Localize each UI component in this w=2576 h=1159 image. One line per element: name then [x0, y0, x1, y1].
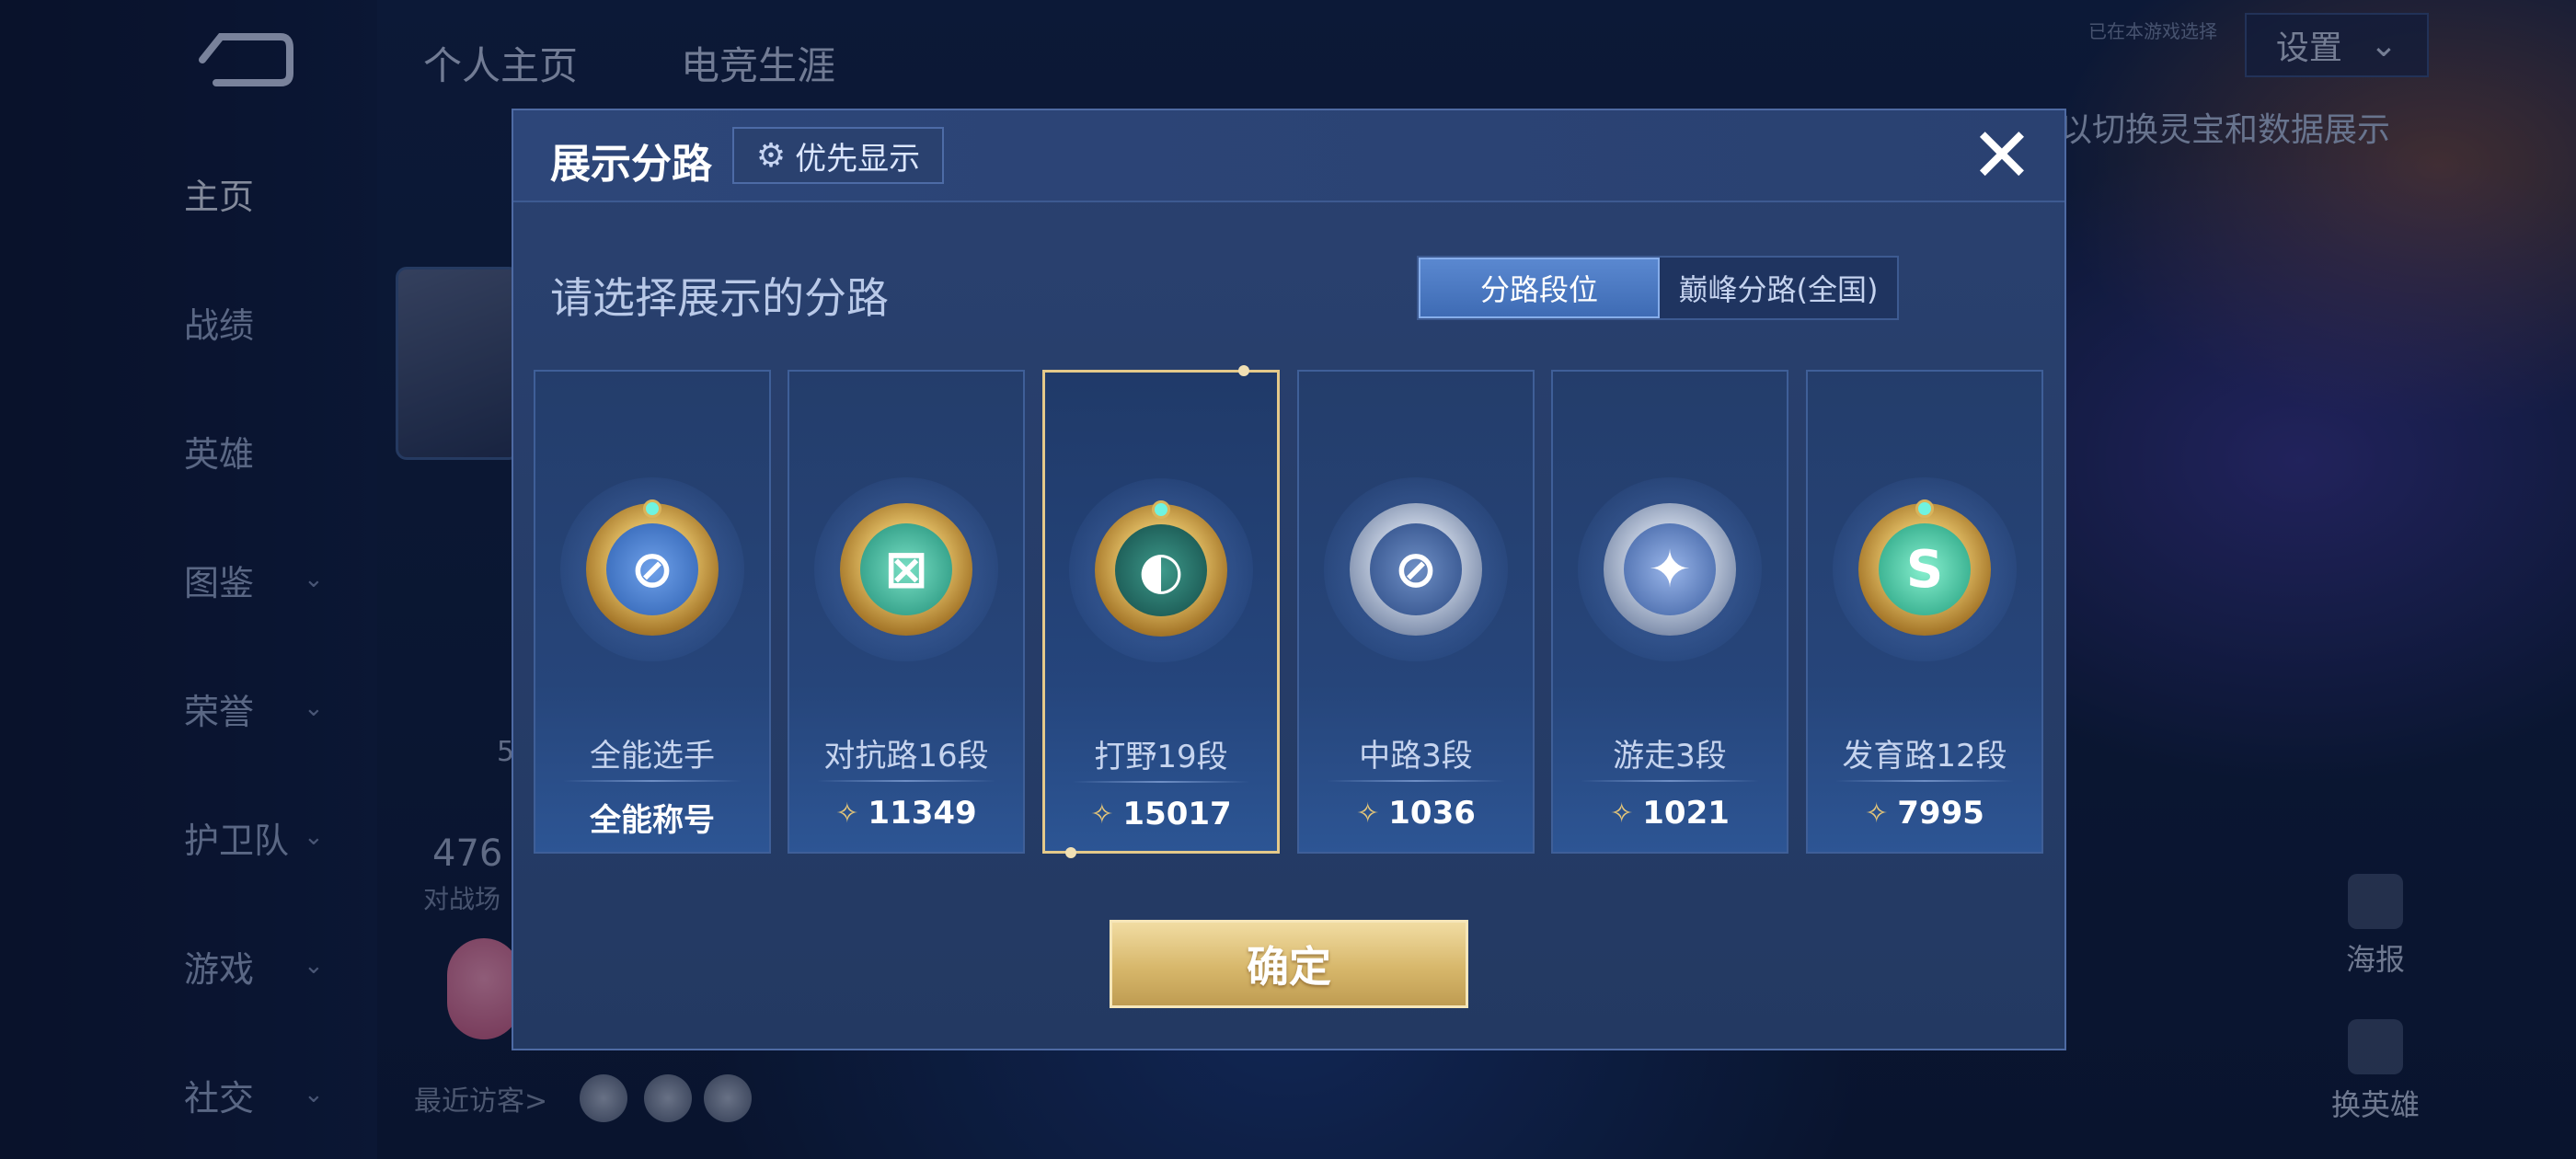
lane-card[interactable]: ✦ 游走3段 ✧ 1021	[1551, 370, 1788, 854]
lane-score-value: 全能称号	[590, 802, 715, 839]
divider	[1581, 780, 1759, 782]
badge-gem	[643, 499, 661, 518]
lane-mode-toggle: 分路段位 巅峰分路(全国)	[1417, 256, 1899, 320]
dialog-subtitle: 请选择展示的分路	[550, 273, 889, 323]
badge-emblem: ✦	[1624, 523, 1716, 615]
lane-badge-icon: S	[1833, 477, 2017, 661]
lane-score-value: 15017	[1122, 796, 1232, 832]
divider	[1835, 780, 2014, 782]
lane-name: 游走3段	[1613, 738, 1727, 775]
lane-name: 中路3段	[1359, 738, 1473, 775]
peak-score-icon: ✧	[1090, 798, 1114, 831]
lane-score-value: 1021	[1642, 795, 1730, 832]
lane-score-value: 7995	[1897, 795, 1984, 832]
lane-score: ✧ 1036	[1299, 795, 1533, 832]
dialog-header: 展示分路 ⚙ 优先显示 ✕	[513, 110, 2064, 202]
lane-score-value: 1036	[1388, 795, 1476, 832]
lane-display-dialog: 展示分路 ⚙ 优先显示 ✕ 请选择展示的分路 分路段位 巅峰分路(全国) ⊘ 全能…	[512, 109, 2066, 1050]
priority-display-button[interactable]: ⚙ 优先显示	[732, 127, 944, 184]
badge-emblem: S	[1879, 523, 1971, 615]
lane-score: ✧ 15017	[1045, 796, 1277, 832]
lane-card-list: ⊘ 全能选手 全能称号 ⊠ 对抗路16段 ✧ 11349 ◐ 打野19段 ✧ 15017 ⊘ 中路3段 ✧…	[534, 365, 2052, 858]
priority-display-label: 优先显示	[795, 140, 921, 178]
lane-score: ✧ 1021	[1553, 795, 1787, 832]
lane-score: 全能称号	[535, 795, 769, 840]
tab-lane-rank[interactable]: 分路段位	[1419, 258, 1660, 318]
badge-emblem: ⊠	[860, 523, 952, 615]
dialog-title: 展示分路	[550, 141, 712, 188]
badge-frame: S	[1858, 499, 1991, 636]
badge-frame: ✦	[1604, 503, 1736, 636]
divider	[1327, 780, 1505, 782]
badge-emblem: ⊘	[606, 523, 698, 615]
lane-badge-icon: ✦	[1578, 477, 1762, 661]
divider	[563, 780, 742, 782]
lane-name: 打野19段	[1094, 739, 1228, 775]
lane-name: 发育路12段	[1842, 738, 2007, 775]
lane-name: 对抗路16段	[823, 738, 989, 775]
peak-score-icon: ✧	[1356, 797, 1380, 830]
badge-frame: ⊘	[1350, 503, 1482, 636]
gear-icon: ⚙	[755, 136, 787, 175]
lane-score: ✧ 7995	[1808, 795, 2041, 832]
confirm-button[interactable]: 确定	[1110, 920, 1468, 1008]
tab-peak-lane-national[interactable]: 巅峰分路(全国)	[1660, 258, 1897, 318]
lane-card[interactable]: S 发育路12段 ✧ 7995	[1806, 370, 2043, 854]
lane-badge-icon: ⊠	[814, 477, 998, 661]
badge-gem	[1915, 499, 1934, 518]
lane-card[interactable]: ⊘ 中路3段 ✧ 1036	[1297, 370, 1535, 854]
divider	[817, 780, 995, 782]
badge-emblem: ⊘	[1370, 523, 1462, 615]
close-icon[interactable]: ✕	[1967, 119, 2037, 194]
lane-card[interactable]: ⊘ 全能选手全能称号	[534, 370, 771, 854]
divider	[1073, 781, 1249, 783]
lane-score: ✧ 11349	[789, 795, 1023, 832]
badge-frame: ⊘	[586, 499, 719, 636]
lane-score-value: 11349	[868, 795, 977, 832]
lane-badge-icon: ⊘	[1324, 477, 1508, 661]
lane-name: 全能选手	[590, 738, 715, 775]
lane-badge-icon: ⊘	[560, 477, 744, 661]
badge-frame: ◐	[1095, 500, 1227, 637]
lane-badge-icon: ◐	[1069, 478, 1253, 662]
badge-frame: ⊠	[840, 503, 972, 636]
badge-emblem: ◐	[1115, 524, 1207, 616]
peak-score-icon: ✧	[1865, 797, 1889, 830]
peak-score-icon: ✧	[835, 797, 859, 830]
lane-card[interactable]: ◐ 打野19段 ✧ 15017	[1042, 365, 1280, 858]
badge-gem	[1152, 500, 1170, 519]
peak-score-icon: ✧	[1610, 797, 1634, 830]
lane-card[interactable]: ⊠ 对抗路16段 ✧ 11349	[788, 370, 1025, 854]
